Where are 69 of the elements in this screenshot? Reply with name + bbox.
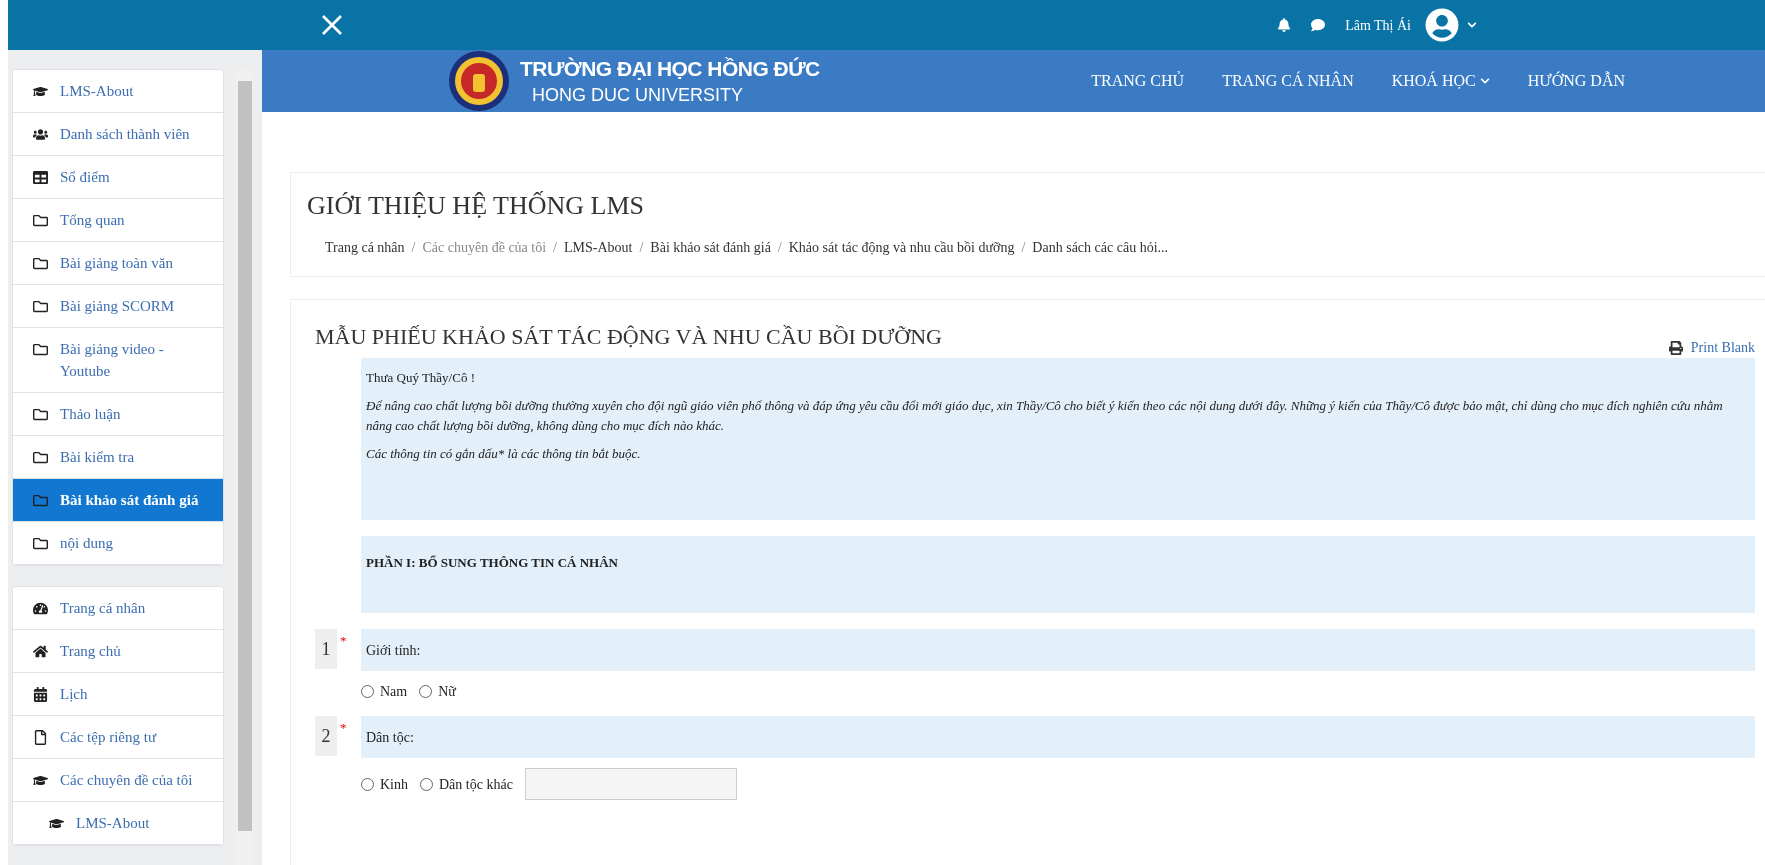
- nav-link[interactable]: KHOÁ HỌC: [1391, 69, 1490, 93]
- calendar-icon: [33, 687, 48, 702]
- breadcrumb-item[interactable]: Bài khảo sát đánh giá: [650, 237, 771, 258]
- folder-icon: [33, 299, 48, 314]
- gauge-icon: [33, 601, 48, 616]
- sidebar-item[interactable]: Bài khảo sát đánh giá: [13, 479, 223, 522]
- chevron-icon[interactable]: [1467, 20, 1477, 30]
- question-label: Dân tộc:: [366, 728, 414, 747]
- breadcrumb-item: Các chuyên đề của tôi: [422, 239, 547, 257]
- bell-icon[interactable]: [1277, 18, 1292, 32]
- breadcrumb-item[interactable]: Danh sách các câu hỏi...: [1032, 237, 1169, 258]
- folder-icon: [33, 450, 48, 465]
- folder-icon: [33, 407, 48, 422]
- users-icon: [33, 127, 48, 142]
- folder-icon: [33, 213, 48, 228]
- nav-link[interactable]: TRANG CHỦ: [1091, 69, 1185, 93]
- radio-button[interactable]: [420, 777, 433, 791]
- page-title: GIỚI THIỆU HỆ THỐNG LMS: [307, 190, 645, 222]
- university-name: TRƯỜNG ĐẠI HỌC HỒNG ĐỨC: [520, 56, 820, 82]
- breadcrumb-separator: /: [553, 239, 557, 257]
- breadcrumb-separator: /: [639, 239, 644, 257]
- radio-button[interactable]: [419, 685, 433, 698]
- graduation-cap-icon: [33, 84, 48, 99]
- folder-icon: [33, 536, 48, 551]
- input-field[interactable]: [524, 768, 737, 800]
- folder-icon: [33, 493, 48, 508]
- nav-link[interactable]: HƯỚNG DẪN: [1527, 69, 1625, 93]
- user-name[interactable]: Lâm Thị Ái: [1345, 14, 1411, 36]
- breadcrumb-separator: /: [1021, 239, 1026, 257]
- graduation-cap-icon: [49, 816, 64, 831]
- home-icon: [33, 644, 48, 659]
- university-logo[interactable]: [448, 50, 510, 112]
- survey-title: MẪU PHIẾU KHẢO SÁT TÁC ĐỘNG VÀ NHU CẦU BỒI DƯỠNG: [315, 323, 942, 351]
- greeting-text: Thưa Quý Thầy/Cô !: [366, 369, 476, 387]
- radio-button[interactable]: [361, 685, 374, 698]
- intro-paragraph: Để nâng cao chất lượng bồi dưỡng thường xuyên cho đội ngũ giáo viên phổ thông và đáp ứng yêu cầu đổi mới giáo dục, xin Thầy/Cô cho biết ý kiến theo các nội dung dưới đây. Những ý kiến của Thầy/Cô được bảo mật, chỉ dùng cho mục đích nghiên cứu nhằm nâng cao chất lượng bồi dưỡng, không dùng cho mục đích nào khác.: [366, 397, 1724, 435]
- question-number: 2: [315, 716, 337, 756]
- folder-icon: [33, 342, 48, 357]
- file-icon: [33, 730, 48, 745]
- university-subtitle: HONG DUC UNIVERSITY: [532, 84, 745, 107]
- breadcrumb-item[interactable]: Khảo sát tác động và nhu cầu bồi dưỡng: [788, 237, 1015, 258]
- close-icon[interactable]: [321, 14, 343, 36]
- option-label: Nữ: [438, 683, 456, 701]
- section-title: PHẦN I: BỔ SUNG THÔNG TIN CÁ NHÂN: [366, 555, 618, 570]
- chat-icon[interactable]: [1311, 18, 1326, 32]
- required-note: Các thông tin có gắn dấu* là các thông tin bắt buộc.: [366, 445, 642, 463]
- option-label: Nam: [380, 683, 408, 701]
- breadcrumb-item[interactable]: LMS-About: [564, 237, 633, 258]
- caret-icon: [1479, 76, 1490, 86]
- sidebar-item[interactable]: LMS-About: [13, 70, 223, 113]
- breadcrumb-separator: /: [777, 239, 782, 257]
- option-label: Dân tộc khác: [439, 775, 513, 794]
- avatar-icon[interactable]: [1425, 8, 1459, 42]
- required-mark: *: [340, 632, 347, 650]
- radio-button[interactable]: [361, 777, 374, 791]
- scrollbar[interactable]: [236, 69, 253, 865]
- nav-link[interactable]: TRANG CÁ NHÂN: [1222, 69, 1354, 93]
- print-link[interactable]: Print Blank: [1668, 337, 1755, 358]
- printer-icon: [1668, 340, 1683, 355]
- option-label: Kinh: [380, 775, 408, 794]
- breadcrumb-item[interactable]: Trang cá nhân: [325, 237, 405, 258]
- table-icon: [33, 170, 48, 185]
- breadcrumb-separator: /: [411, 239, 416, 257]
- folder-icon: [33, 256, 48, 271]
- sidebar-item[interactable]: Trang cá nhân: [13, 587, 223, 630]
- question-number: 1: [315, 629, 337, 669]
- graduation-cap-icon: [33, 773, 48, 788]
- required-mark: *: [340, 719, 347, 737]
- question-label: Giới tính:: [366, 641, 421, 660]
